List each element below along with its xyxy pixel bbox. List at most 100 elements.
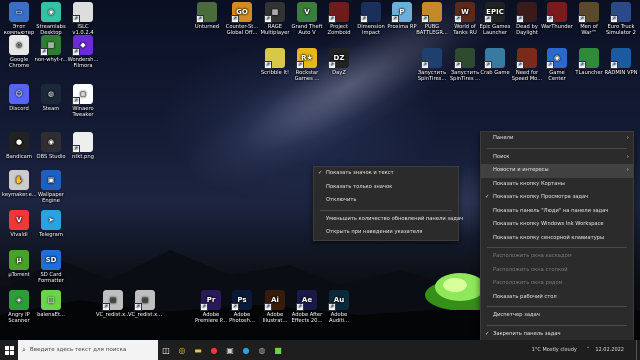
desktop-icon[interactable]: ◎ Google Chrome	[2, 35, 36, 69]
desktop-icon[interactable]: ✋ keymaker.e...	[2, 170, 36, 198]
clock-date[interactable]: 12.02.2022	[595, 347, 624, 353]
desktop-icon[interactable]: ↗ Запустить SpinTires ...	[448, 48, 482, 82]
desktop-icon[interactable]: ↗ PUBG BATTLEGR...	[415, 2, 449, 36]
menu-item[interactable]: Показать кнопку Кортаны	[481, 178, 633, 192]
show-desktop-button[interactable]	[636, 340, 640, 360]
desktop-icon[interactable]: ◉ OBS Studio	[34, 132, 68, 160]
start-button[interactable]	[0, 340, 18, 360]
desktop-icon[interactable]: SD SD Card Formatter	[34, 250, 68, 284]
desktop-icon[interactable]: Pr ↗ Adobe Premiere P...	[194, 290, 228, 324]
app-icon: ↗	[516, 48, 537, 69]
windows-logo-icon	[4, 345, 14, 355]
shortcut-arrow-icon: ↗	[516, 61, 524, 69]
desktop-icon[interactable]: ▢ ↗ Winaero Tweaker	[66, 84, 100, 118]
shortcut-arrow-icon: ↗	[516, 15, 524, 23]
menu-item[interactable]: Отключить	[314, 194, 458, 208]
menu-item[interactable]: ✓ Показать кнопку Просмотра задач	[481, 191, 633, 205]
telegram-icon: ●	[242, 345, 250, 355]
taskbar-vivaldi[interactable]: ●	[206, 340, 222, 360]
desktop-icon[interactable]: R★ ↗ Rockstar Games ...	[290, 48, 324, 82]
menu-item[interactable]: ✓ Закрепить панель задач	[481, 328, 633, 342]
desktop-icon[interactable]: V Vivaldi	[2, 210, 36, 238]
menu-item[interactable]: Показать кнопку Windows Ink Workspace	[481, 218, 633, 232]
desktop-icon[interactable]: Au ↗ Adobe Auditi...	[322, 290, 356, 324]
menu-item: Расположить окна рядом	[481, 277, 633, 291]
desktop-icon[interactable]: ◆ ↗ Wondersh... Filmora	[66, 35, 100, 69]
desktop-icon[interactable]: ➤ Telegram	[34, 210, 68, 238]
taskbar-app-7[interactable]: ◍	[254, 340, 270, 360]
shortcut-arrow-icon: ↗	[546, 15, 554, 23]
desktop-icon[interactable]: GO ↗ Counter-St... Global Off...	[225, 2, 259, 36]
desktop-icon[interactable]: V Grand Theft Auto V	[290, 2, 324, 36]
shortcut-arrow-icon: ↗	[328, 61, 336, 69]
app-icon: ▭	[9, 2, 29, 22]
desktop-icon[interactable]: ↗ WarThunder	[540, 2, 574, 30]
desktop-icon-label: DayZ	[332, 70, 346, 76]
app-icon: ↗	[454, 48, 475, 69]
menu-item[interactable]: Показать кнопку сенсорной клавиатуры	[481, 232, 633, 246]
desktop-icon[interactable]: ▣ Wallpaper Engine	[34, 170, 68, 204]
menu-item[interactable]: Диспетчер задач	[481, 309, 633, 323]
taskbar-search-box[interactable]: ⌕ Введите здесь текст для поиска	[18, 340, 158, 360]
desktop-icon[interactable]: ↗ Project Zomboid	[322, 2, 356, 36]
desktop-icon[interactable]: ↗ Запустить SpinTires...	[415, 48, 449, 82]
desktop-icon[interactable]: ↗ Need for Speed Mo...	[510, 48, 544, 82]
desktop-icon[interactable]: ↗ Unturned	[190, 2, 224, 30]
menu-item-label: Расположить окна каскадом	[493, 253, 572, 259]
menu-item[interactable]: Показать только значок	[314, 181, 458, 195]
desktop-icon[interactable]: Ps ↗ Adobe Photosh...	[225, 290, 259, 324]
desktop-icon[interactable]: ↗ Dimension Impact	[354, 2, 388, 36]
taskbar: ⌕ Введите здесь текст для поиска ◫ ◎ ▬ ●…	[0, 340, 640, 360]
desktop-icon[interactable]: DZ ↗ DayZ	[322, 48, 356, 76]
desktop-icon-label: Crab Game	[480, 70, 510, 76]
taskbar-app-5[interactable]: ▣	[222, 340, 238, 360]
menu-item[interactable]: Поиск ›	[481, 151, 633, 165]
desktop-icon[interactable]: ▦ ↗ RAGE Multiplayer	[258, 2, 292, 36]
desktop-icon[interactable]: ◈ Angry IP Scanner	[2, 290, 36, 324]
desktop-icon[interactable]: ↗ Crab Game	[478, 48, 512, 76]
desktop-icon[interactable]: P ↗ Proxima RP	[385, 2, 419, 30]
desktop-icon[interactable]: ◉ Streamlabs Desktop	[34, 2, 68, 36]
desktop-icon[interactable]: ↗ Men of War™	[572, 2, 606, 36]
menu-item-label: Расположить окна стопкой	[493, 266, 568, 273]
menu-item[interactable]: ✓ Показать значок и текст	[314, 167, 458, 181]
menu-item[interactable]: Показать панель "Люди" на панели задач	[481, 205, 633, 219]
taskbar-explorer[interactable]: ▬	[190, 340, 206, 360]
desktop-icon-label: Telegram	[39, 232, 63, 238]
desktop-icon[interactable]: ▭ Этот компьютер	[2, 2, 36, 36]
desktop-icon[interactable]: ▦ ↗ non-whyt-r...	[34, 35, 68, 63]
desktop-icon[interactable]: Ai ↗ Adobe Illustrat...	[258, 290, 292, 324]
desktop-icon[interactable]: ● Bandicam	[2, 132, 36, 160]
tray-chevron-icon[interactable]: ˄	[587, 347, 590, 353]
desktop-icon[interactable]: ▤ ↗ VC_redist.x...	[96, 290, 130, 318]
desktop-icon[interactable]: ◫ balenaEt...	[34, 290, 68, 318]
menu-item[interactable]: Уменьшить количество обновлений панели з…	[314, 213, 463, 227]
menu-item[interactable]: Открыть при наведении указателя	[314, 226, 458, 240]
desktop-icon[interactable]: ☺ Discord	[2, 84, 36, 112]
desktop-icon[interactable]: ◉ ↗ Game Center	[540, 48, 574, 82]
desktop-icon[interactable]: W ↗ World of Tanks RU	[448, 2, 482, 36]
app-icon: ◆ ↗	[72, 35, 93, 56]
app-icon: ☺	[9, 84, 29, 104]
desktop-icon[interactable]: Ae ↗ Adobe After Effects 20...	[290, 290, 324, 324]
desktop-icon[interactable]: ↗ TLauncher	[572, 48, 606, 76]
task-view-button[interactable]: ◫	[158, 340, 174, 360]
menu-item[interactable]: Новости и интересы ›	[481, 164, 633, 178]
desktop-icon[interactable]: ◍ Steam	[34, 84, 68, 112]
desktop-icon[interactable]: EPIC ↗ Epic Games Launcher	[478, 2, 512, 36]
desktop-icon[interactable]: ↗ Dead by Daylight	[510, 2, 544, 36]
desktop-icon[interactable]: ↗ ntkt.png	[66, 132, 100, 160]
taskbar-chrome[interactable]: ◎	[174, 340, 190, 360]
desktop-icon[interactable]: ↗ RADMIN VPN	[604, 48, 638, 76]
desktop-icon[interactable]: ↗ Scribble It!	[258, 48, 292, 76]
desktop-icon[interactable]: ↗ ISLC v1.0.2.4	[66, 2, 100, 36]
menu-item[interactable]: Панели ›	[481, 132, 633, 146]
taskbar-telegram[interactable]: ●	[238, 340, 254, 360]
desktop-icon[interactable]: ↗ Euro Truck Simulator 2	[604, 2, 638, 36]
weather-widget[interactable]: 1°C Mostly cloudy	[532, 347, 577, 353]
desktop-icon[interactable]: ▤ ↗ VC_redist.x...	[128, 290, 162, 318]
desktop-icon[interactable]: µ µTorrent	[2, 250, 36, 278]
menu-item[interactable]: Показать рабочий стол	[481, 291, 633, 305]
taskbar-app-8[interactable]: ■	[270, 340, 286, 360]
menu-item-label: Открыть при наведении указателя	[326, 229, 423, 235]
